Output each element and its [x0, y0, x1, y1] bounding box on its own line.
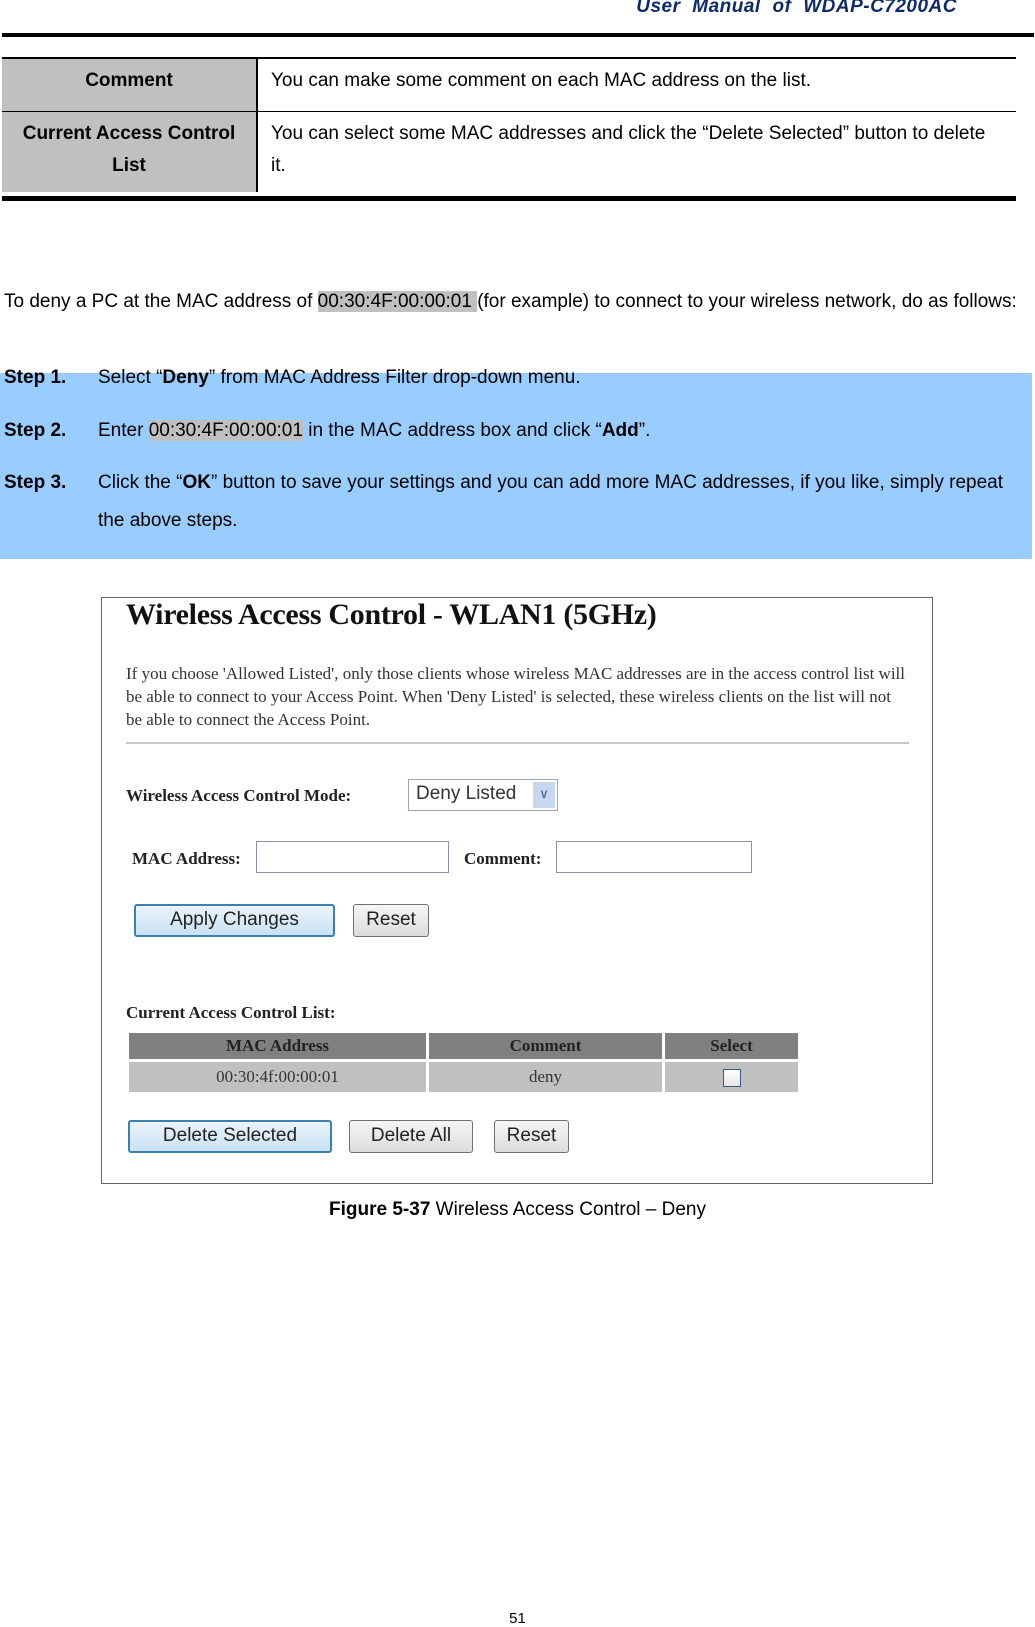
steps-box: Step 1. Select “Deny” from MAC Address F… [0, 367, 1032, 559]
intro-text: (for example) to connect to your wireles… [477, 291, 1017, 312]
table-bottom-rule [2, 196, 1016, 201]
definition-row: Comment You can make some comment on eac… [2, 57, 1016, 112]
access-control-list-table: MAC Address Comment Select 00:30:4f:00:0… [126, 1030, 801, 1095]
screenshot-title: Wireless Access Control - WLAN1 (5GHz) [126, 598, 657, 631]
mode-label: Wireless Access Control Mode: [126, 786, 352, 805]
mac-highlight: 00:30:4F:00:00:01 [148, 420, 303, 441]
comment-input[interactable] [556, 841, 752, 873]
definition-term: Current Access Control List [2, 111, 258, 192]
screenshot-description: If you choose 'Allowed Listed', only tho… [126, 664, 905, 729]
access-control-list-title: Current Access Control List: [126, 1003, 336, 1022]
column-header-comment: Comment [429, 1033, 662, 1059]
apply-changes-button[interactable]: Apply Changes [134, 904, 335, 937]
header-rule [2, 33, 1034, 37]
figure-label: Figure 5-37 [329, 1199, 431, 1220]
step-text: Select “Deny” from MAC Address Filter dr… [98, 367, 581, 388]
mac-address-label: MAC Address: [132, 849, 241, 868]
reset-button[interactable]: Reset [353, 904, 429, 937]
step-label: Step 3. [4, 472, 67, 493]
mac-address-input[interactable] [256, 841, 449, 873]
definition-description: You can make some comment on each MAC ad… [257, 57, 1016, 112]
column-header-mac: MAC Address [129, 1033, 426, 1059]
access-control-mode-select[interactable]: Deny Listed ∨ [408, 779, 558, 811]
row-mac-address: 00:30:4f:00:00:01 [129, 1062, 426, 1092]
step-text: Click the “OK” button to save your setti… [98, 472, 1004, 531]
chevron-down-icon[interactable]: ∨ [533, 782, 555, 808]
mac-highlight: 00:30:4F:00:00:01 [317, 291, 478, 312]
step-text: Enter 00:30:4F:00:00:01 in the MAC addre… [98, 420, 651, 441]
comment-label: Comment: [464, 849, 542, 868]
manual-header-title: User Manual of WDAP-C7200AC [636, 0, 957, 17]
mode-value: Deny Listed [416, 783, 517, 804]
intro-text: To deny a PC at the MAC address of [4, 291, 318, 312]
divider [126, 742, 909, 744]
step-label: Step 2. [4, 420, 67, 441]
page-number: 51 [509, 1610, 526, 1627]
reset-list-button[interactable]: Reset [494, 1120, 569, 1153]
wireless-access-control-screenshot: Wireless Access Control - WLAN1 (5GHz) I… [101, 597, 933, 1184]
delete-selected-button[interactable]: Delete Selected [128, 1120, 332, 1153]
figure-caption: Figure 5-37 Wireless Access Control – De… [0, 1199, 1035, 1221]
step-label: Step 1. [4, 367, 67, 388]
column-header-select: Select [665, 1033, 798, 1059]
table-row: 00:30:4f:00:00:01 deny [129, 1062, 798, 1092]
figure-text: Wireless Access Control – Deny [430, 1199, 706, 1220]
table-header-row: MAC Address Comment Select [129, 1033, 798, 1059]
definition-description: You can select some MAC addresses and cl… [271, 123, 986, 176]
definition-table: Comment You can make some comment on eac… [2, 57, 1016, 192]
select-checkbox[interactable] [722, 1069, 741, 1088]
intro-paragraph: To deny a PC at the MAC address of 00:30… [4, 283, 1034, 321]
row-comment: deny [429, 1062, 662, 1092]
delete-all-button[interactable]: Delete All [349, 1120, 473, 1153]
row-select-cell [665, 1062, 798, 1092]
definition-row: Current Access Control List You can sele… [2, 111, 1016, 192]
definition-term: Comment [2, 57, 258, 112]
